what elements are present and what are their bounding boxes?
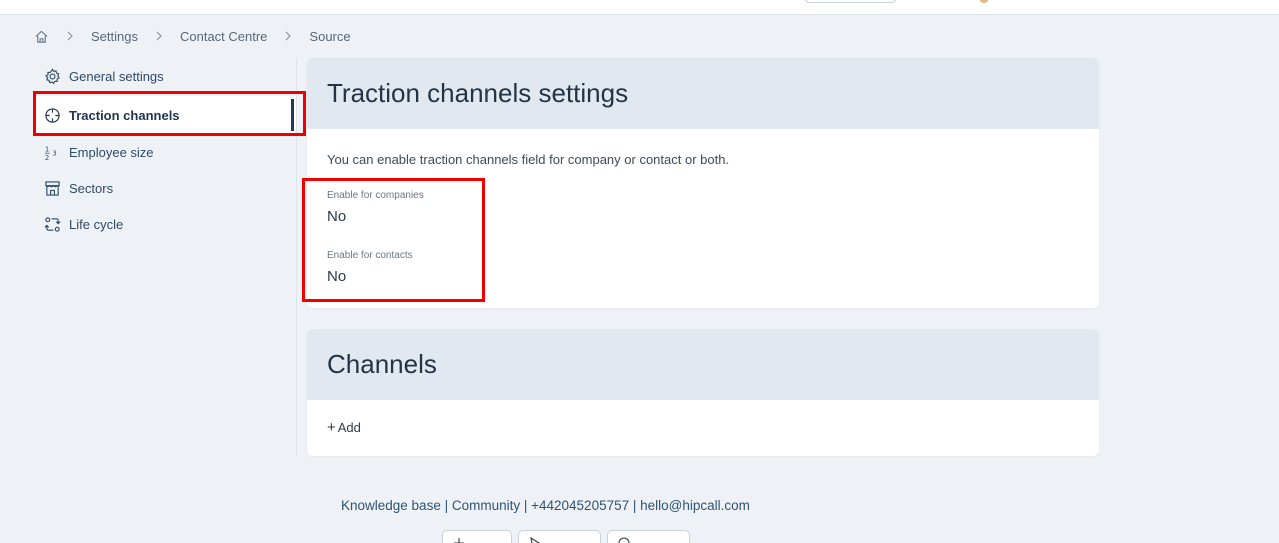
- add-channel-label: Add: [337, 420, 361, 435]
- sparkle-icon: [454, 538, 464, 543]
- sidebar-item-sectors[interactable]: Sectors: [34, 170, 296, 206]
- top-bar-button[interactable]: [805, 0, 896, 3]
- plus-icon: +: [327, 419, 336, 436]
- svg-text:3: 3: [53, 149, 57, 157]
- footer-button-3[interactable]: [607, 530, 690, 543]
- cycle-icon: [44, 216, 61, 232]
- svg-text:2: 2: [45, 154, 49, 161]
- sidebar-item-traction-channels[interactable]: Traction channels: [34, 96, 296, 134]
- channels-card: Channels + Add: [307, 329, 1099, 456]
- breadcrumb-settings[interactable]: Settings: [91, 29, 138, 44]
- crosshair-icon: [45, 107, 60, 123]
- traction-settings-title: Traction channels settings: [307, 58, 1099, 129]
- gear-icon: [45, 67, 60, 84]
- add-channel-button[interactable]: + Add: [327, 419, 361, 436]
- circle-icon: [618, 537, 630, 543]
- settings-sidebar: General settings Traction channels 1 3 2…: [34, 58, 296, 242]
- footer-button-2[interactable]: [518, 530, 601, 543]
- chevron-right-icon: [156, 31, 162, 41]
- breadcrumb-contact-centre[interactable]: Contact Centre: [180, 29, 267, 44]
- cursor-icon: [530, 537, 541, 543]
- sidebar-item-label: Traction channels: [69, 107, 180, 123]
- sidebar-item-general-settings[interactable]: General settings: [34, 58, 296, 94]
- breadcrumb-source: Source: [309, 28, 351, 44]
- numbers-icon: 1 3 2: [44, 145, 57, 161]
- footer-separator: |: [520, 498, 532, 513]
- traction-settings-description: You can enable traction channels field f…: [327, 152, 730, 167]
- chevron-right-icon: [67, 31, 73, 41]
- sidebar-item-label: Life cycle: [69, 216, 124, 232]
- community-link[interactable]: Community: [452, 498, 520, 513]
- sidebar-item-employee-size[interactable]: 1 3 2 Employee size: [34, 134, 296, 170]
- enable-contacts-label: Enable for contacts: [327, 250, 413, 261]
- sidebar-item-label: Employee size: [69, 144, 154, 160]
- svg-text:1: 1: [45, 145, 49, 153]
- sidebar-item-life-cycle[interactable]: Life cycle: [34, 206, 296, 242]
- traction-settings-card: Traction channels settings You can enabl…: [307, 58, 1099, 308]
- enable-contacts-value[interactable]: No: [327, 268, 346, 285]
- breadcrumb: Settings Contact Centre Source: [34, 27, 368, 45]
- footer-separator: |: [629, 498, 641, 513]
- storefront-icon: [45, 180, 60, 196]
- footer-button-1[interactable]: [442, 530, 512, 543]
- channels-title: Channels: [307, 329, 1099, 400]
- sidebar-divider: [296, 58, 297, 456]
- user-avatar[interactable]: [980, 0, 988, 3]
- knowledge-base-link[interactable]: Knowledge base: [341, 498, 441, 513]
- phone-link[interactable]: +442045205757: [531, 498, 629, 513]
- footer-links: Knowledge base | Community | +4420452057…: [341, 498, 750, 513]
- email-link[interactable]: hello@hipcall.com: [640, 498, 750, 513]
- enable-companies-label: Enable for companies: [327, 190, 424, 201]
- enable-companies-value[interactable]: No: [327, 208, 346, 225]
- footer-separator: |: [440, 498, 452, 513]
- home-icon[interactable]: [34, 29, 49, 44]
- chevron-right-icon: [285, 31, 292, 41]
- top-bar: [0, 0, 1279, 15]
- sidebar-item-label: Sectors: [69, 180, 114, 196]
- sidebar-item-label: General settings: [69, 68, 164, 84]
